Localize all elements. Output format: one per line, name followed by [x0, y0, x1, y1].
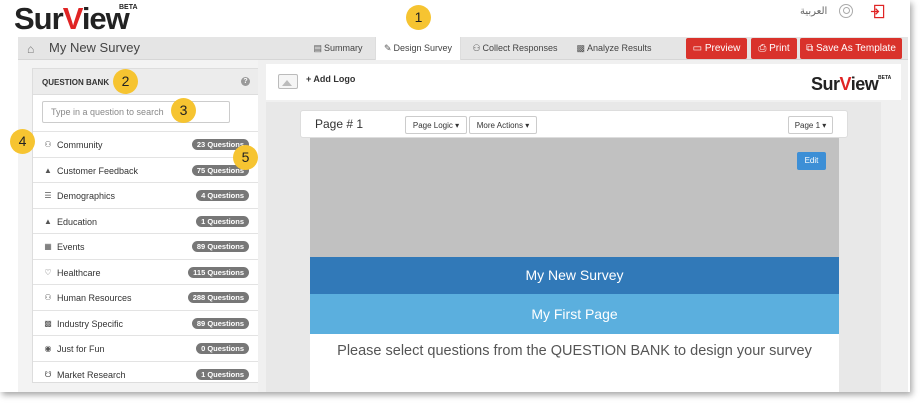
page-number-label: Page # 1 [315, 117, 364, 131]
tab-design-survey[interactable]: ✎ Design Survey [375, 37, 461, 60]
page-logic-dropdown[interactable]: Page Logic ▾ [405, 116, 467, 134]
tab-collect-responses[interactable]: ⚇ Collect Responses [468, 37, 562, 60]
heartbeat-icon: ♡ [44, 267, 52, 277]
category-community[interactable]: ⚇ Community 23 Questions [33, 131, 258, 157]
callout-2: 2 [113, 69, 138, 94]
question-count-badge: 4 Questions [196, 190, 249, 201]
sign-out-icon[interactable] [870, 4, 885, 19]
preview-button[interactable]: ▭ Preview [686, 38, 747, 59]
survey-brand-logo: SurView [811, 74, 879, 94]
graduation-cap-icon: ▲ [44, 216, 52, 226]
page-toolbar: Page # 1 Page Logic ▾ More Actions ▾ Pag… [300, 110, 848, 138]
category-education[interactable]: ▲ Education 1 Questions [33, 207, 258, 234]
category-market-research[interactable]: ☋ Market Research 1 Questions [33, 360, 258, 387]
brand-bar: SurView BETA العربية [0, 0, 910, 37]
page-title-band[interactable]: My First Page [310, 294, 839, 334]
category-industry-specific[interactable]: ▩ Industry Specific 89 Questions [33, 309, 258, 336]
question-bank: QUESTION BANK ? ⚇Community23 Questions ▲… [32, 68, 259, 383]
question-count-badge: 288 Questions [187, 292, 249, 303]
tab-analyze-results[interactable]: ▩ Analyze Results [574, 37, 654, 60]
users-icon: ⚇ [472, 43, 481, 53]
home-icon[interactable]: ⌂ [27, 42, 34, 56]
app-window: SurView BETA العربية ⌂ My New Survey ▤ Su… [0, 0, 910, 392]
callout-1: 1 [406, 5, 431, 30]
beta-label: BETA [119, 4, 138, 11]
thumbs-up-icon: ▲ [44, 165, 52, 175]
callout-5: 5 [233, 145, 258, 170]
bar-chart-icon: ▩ [576, 43, 585, 53]
question-bank-header: QUESTION BANK ? [33, 69, 258, 95]
beta-label-small: BETA [878, 75, 892, 81]
question-bank-title: QUESTION BANK [42, 78, 110, 87]
survey-title-band[interactable]: My New Survey [310, 257, 839, 294]
language-switch[interactable]: العربية [800, 6, 827, 17]
database-icon: ☰ [44, 191, 52, 200]
survey-designer: + Add Logo SurView BETA Page # 1 Page Lo… [258, 60, 908, 392]
survey-logo-header: + Add Logo SurView BETA [266, 64, 901, 100]
question-count-badge: 115 Questions [188, 266, 249, 278]
category-just-for-fun[interactable]: ◉ Just for Fun 0 Questions [33, 335, 258, 361]
monitor-icon: ▭ [692, 43, 703, 54]
question-count-badge: 89 Questions [191, 241, 249, 252]
question-count-badge: 0 Questions [196, 343, 249, 354]
industry-icon: ▩ [44, 318, 52, 328]
category-healthcare[interactable]: ♡ Healthcare 115 Questions [33, 258, 258, 285]
page-select-dropdown[interactable]: Page 1 ▾ [788, 116, 833, 134]
users-icon: ⚇ [44, 293, 52, 302]
question-search-input[interactable] [42, 101, 230, 123]
add-logo-link[interactable]: + Add Logo [306, 74, 355, 84]
users-icon: ⚇ [44, 140, 52, 149]
caret-down-icon: ▾ [455, 121, 460, 130]
survey-title: My New Survey [49, 40, 141, 55]
category-demographics[interactable]: ☰ Demographics 4 Questions [33, 182, 258, 208]
user-circle-icon[interactable] [839, 4, 853, 18]
survey-banner: Edit [310, 138, 839, 257]
category-customer-feedback[interactable]: ▲ Customer Feedback 75 Questions [33, 156, 258, 183]
copy-icon: ⧉ [806, 43, 814, 54]
empty-survey-prompt: Please select questions from the QUESTIO… [337, 343, 812, 359]
question-count-badge: 89 Questions [191, 317, 249, 329]
caret-down-icon: ▾ [822, 121, 827, 130]
category-human-resources[interactable]: ⚇ Human Resources 288 Questions [33, 284, 258, 310]
more-actions-dropdown[interactable]: More Actions ▾ [469, 116, 537, 134]
save-as-template-button[interactable]: ⧉ Save As Template [800, 38, 902, 59]
pencil-icon: ✎ [383, 43, 392, 53]
image-icon[interactable] [278, 74, 298, 89]
list-icon: ▤ [313, 43, 322, 53]
tab-summary[interactable]: ▤ Summary [308, 37, 368, 60]
gamepad-icon: ◉ [44, 344, 52, 353]
design-canvas: Page # 1 Page Logic ▾ More Actions ▾ Pag… [266, 102, 881, 392]
question-circle-icon[interactable]: ? [241, 77, 250, 86]
app-logo[interactable]: SurView [14, 2, 130, 36]
question-count-badge: 1 Questions [196, 215, 249, 227]
caret-down-icon: ▾ [525, 121, 530, 130]
callout-3: 3 [171, 98, 196, 123]
printer-icon: ⎙ [758, 43, 767, 54]
calendar-icon: ▦ [44, 242, 52, 251]
edit-banner-button[interactable]: Edit [797, 152, 826, 170]
shopping-cart-icon: ☋ [44, 369, 52, 379]
survey-preview: Edit My New Survey My First Page Please … [310, 138, 839, 392]
print-button[interactable]: ⎙ Print [751, 38, 797, 59]
question-bank-panel: QUESTION BANK ? ⚇Community23 Questions ▲… [18, 60, 268, 392]
category-events[interactable]: ▦ Events 89 Questions [33, 233, 258, 259]
category-list: ⚇ Community 23 Questions ▲ Customer Feedbac… [33, 131, 258, 386]
question-count-badge: 1 Questions [196, 368, 249, 380]
survey-nav-bar: ⌂ My New Survey ▤ Summary ✎ Design Survey … [18, 37, 908, 60]
callout-4: 4 [10, 129, 35, 154]
